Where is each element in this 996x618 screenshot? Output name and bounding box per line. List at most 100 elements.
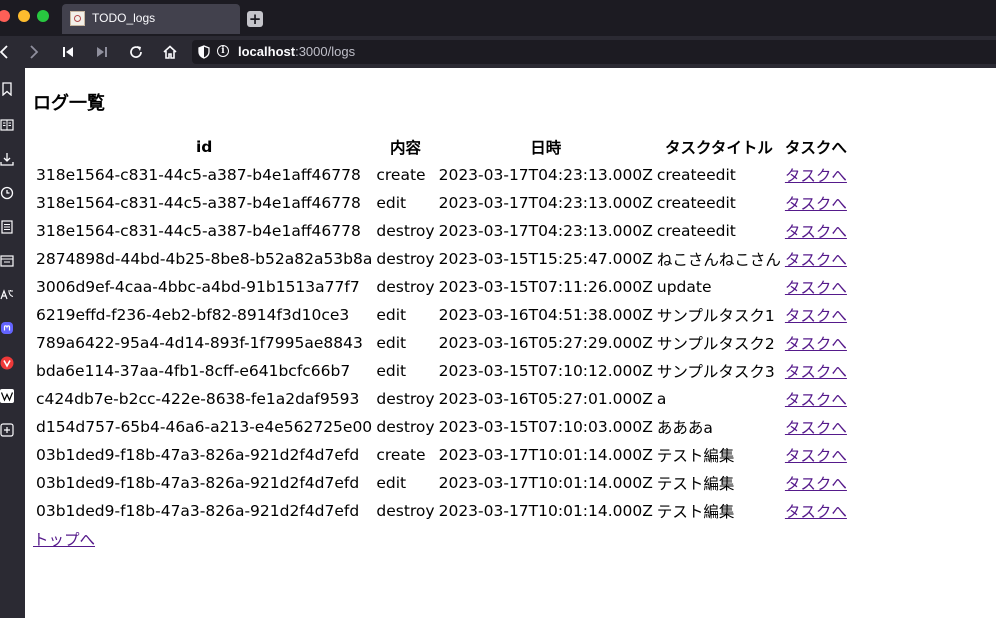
- table-header-row: id 内容 日時 タスクタイトル タスクへ: [35, 134, 848, 160]
- cell-id: 789a6422-95a4-4d14-893f-1f7995ae8843: [36, 334, 363, 352]
- skip-forward-icon: [97, 47, 107, 57]
- home-button[interactable]: [160, 42, 180, 62]
- cell-task-title: サンプルタスク1: [656, 307, 775, 325]
- table-row: c424db7e-b2cc-422e-8638-fe1a2daf9593 des…: [35, 386, 848, 412]
- skip-forward-button[interactable]: [92, 42, 112, 62]
- wikipedia-icon[interactable]: [0, 389, 14, 403]
- back-arrow-icon: [0, 45, 8, 59]
- mastodon-icon[interactable]: [0, 321, 14, 335]
- table-row: 03b1ded9-f18b-47a3-826a-921d2f4d7efd edi…: [35, 470, 848, 496]
- cell-id: 318e1564-c831-44c5-a387-b4e1aff46778: [36, 166, 361, 184]
- window-panel-icon[interactable]: [0, 254, 14, 268]
- task-link[interactable]: タスクへ: [785, 335, 847, 353]
- navigation-toolbar: i localhost:3000/logs: [0, 36, 996, 68]
- close-window-button[interactable]: [0, 10, 10, 22]
- task-link[interactable]: タスクへ: [785, 195, 847, 213]
- table-row: 318e1564-c831-44c5-a387-b4e1aff46778 edi…: [35, 190, 848, 216]
- maximize-window-button[interactable]: [37, 10, 49, 22]
- cell-id: 2874898d-44bd-4b25-8be8-b52a82a53b8a: [36, 250, 373, 268]
- cell-task-link: タスクへ: [784, 190, 848, 216]
- cell-datetime: 2023-03-16T05:27:01.000Z: [438, 390, 653, 408]
- table-row: 318e1564-c831-44c5-a387-b4e1aff46778 cre…: [35, 162, 848, 188]
- url-path: :3000/logs: [295, 44, 356, 59]
- cell-task-title: update: [656, 278, 712, 296]
- task-link[interactable]: タスクへ: [785, 419, 847, 437]
- cell-datetime: 2023-03-17T10:01:14.000Z: [438, 446, 653, 464]
- task-link[interactable]: タスクへ: [785, 503, 847, 521]
- notes-icon[interactable]: [0, 220, 14, 234]
- minimize-window-button[interactable]: [18, 10, 30, 22]
- cell-datetime: 2023-03-17T10:01:14.000Z: [438, 502, 653, 520]
- cell-task-link: タスクへ: [784, 386, 848, 412]
- cell-action: edit: [376, 362, 407, 380]
- url-host: localhost: [238, 44, 296, 59]
- back-button[interactable]: [0, 42, 14, 62]
- skip-back-icon: [63, 47, 73, 57]
- forward-button[interactable]: [24, 42, 44, 62]
- cell-datetime: 2023-03-17T04:23:13.000Z: [438, 194, 653, 212]
- new-tab-button[interactable]: +: [247, 11, 263, 27]
- cell-task-title: テスト編集: [656, 447, 735, 465]
- cell-task-title: ねこさんねこさん: [656, 251, 781, 269]
- cell-datetime: 2023-03-17T04:23:13.000Z: [438, 166, 653, 184]
- cell-id: 318e1564-c831-44c5-a387-b4e1aff46778: [36, 194, 361, 212]
- cell-task-link: タスクへ: [784, 470, 848, 496]
- table-row: 6219effd-f236-4eb2-bf82-8914f3d10ce3 edi…: [35, 302, 848, 328]
- cell-datetime: 2023-03-15T07:10:12.000Z: [438, 362, 653, 380]
- cell-id: 3006d9ef-4caa-4bbc-a4bd-91b1513a77f7: [36, 278, 360, 296]
- bookmarks-icon[interactable]: [0, 82, 14, 96]
- table-row: 2874898d-44bd-4b25-8be8-b52a82a53b8a des…: [35, 246, 848, 272]
- home-icon: [163, 45, 177, 59]
- cell-action: destroy: [376, 390, 435, 408]
- tab-todo-logs[interactable]: TODO_logs: [62, 4, 240, 34]
- cell-datetime: 2023-03-16T05:27:29.000Z: [438, 334, 653, 352]
- cell-task-title: あああa: [656, 419, 713, 437]
- column-header-task-link: タスクへ: [784, 139, 847, 157]
- column-header-id: id: [195, 138, 213, 156]
- cell-task-link: タスクへ: [784, 274, 848, 300]
- table-row: d154d757-65b4-46a6-a213-e4e562725e00 des…: [35, 414, 848, 440]
- task-link[interactable]: タスクへ: [785, 475, 847, 493]
- task-link[interactable]: タスクへ: [785, 363, 847, 381]
- task-link[interactable]: タスクへ: [785, 167, 847, 185]
- cell-datetime: 2023-03-15T07:11:26.000Z: [438, 278, 653, 296]
- cell-action: destroy: [376, 278, 435, 296]
- skip-back-button[interactable]: [58, 42, 78, 62]
- table-row: 318e1564-c831-44c5-a387-b4e1aff46778 des…: [35, 218, 848, 244]
- cell-task-link: タスクへ: [784, 246, 848, 272]
- task-link[interactable]: タスクへ: [785, 391, 847, 409]
- translate-icon[interactable]: [0, 288, 14, 302]
- column-header-datetime: 日時: [530, 139, 562, 157]
- sidebar: [0, 68, 25, 618]
- shield-icon[interactable]: [198, 45, 210, 59]
- cell-task-link: タスクへ: [784, 358, 848, 384]
- reload-button[interactable]: [126, 42, 146, 62]
- task-link[interactable]: タスクへ: [785, 223, 847, 241]
- cell-id: 03b1ded9-f18b-47a3-826a-921d2f4d7efd: [36, 474, 360, 492]
- cell-id: 6219effd-f236-4eb2-bf82-8914f3d10ce3: [36, 306, 350, 324]
- cell-action: edit: [376, 194, 407, 212]
- task-link[interactable]: タスクへ: [785, 307, 847, 325]
- cell-datetime: 2023-03-15T07:10:03.000Z: [438, 418, 653, 436]
- downloads-icon[interactable]: [0, 152, 14, 166]
- cell-task-title: a: [656, 390, 667, 408]
- url-text[interactable]: localhost:3000/logs: [238, 44, 355, 59]
- task-link[interactable]: タスクへ: [785, 447, 847, 465]
- task-link[interactable]: タスクへ: [785, 251, 847, 269]
- cell-task-title: テスト編集: [656, 503, 735, 521]
- info-icon[interactable]: i: [217, 45, 229, 57]
- history-icon[interactable]: [0, 186, 14, 200]
- cell-action: destroy: [376, 250, 435, 268]
- cell-task-link: タスクへ: [784, 330, 848, 356]
- add-panel-icon[interactable]: [0, 423, 14, 437]
- top-page-link[interactable]: トップへ: [33, 528, 95, 550]
- url-bar[interactable]: i localhost:3000/logs: [192, 40, 996, 64]
- task-link[interactable]: タスクへ: [785, 279, 847, 297]
- cell-task-title: createedit: [656, 222, 736, 240]
- vivaldi-icon[interactable]: [0, 356, 14, 370]
- cell-action: edit: [376, 334, 407, 352]
- reading-list-icon[interactable]: [0, 118, 14, 132]
- table-row: 3006d9ef-4caa-4bbc-a4bd-91b1513a77f7 des…: [35, 274, 848, 300]
- cell-task-link: タスクへ: [784, 162, 848, 188]
- logs-table: id 内容 日時 タスクタイトル タスクへ 318e1564-c831-44c5…: [33, 132, 850, 526]
